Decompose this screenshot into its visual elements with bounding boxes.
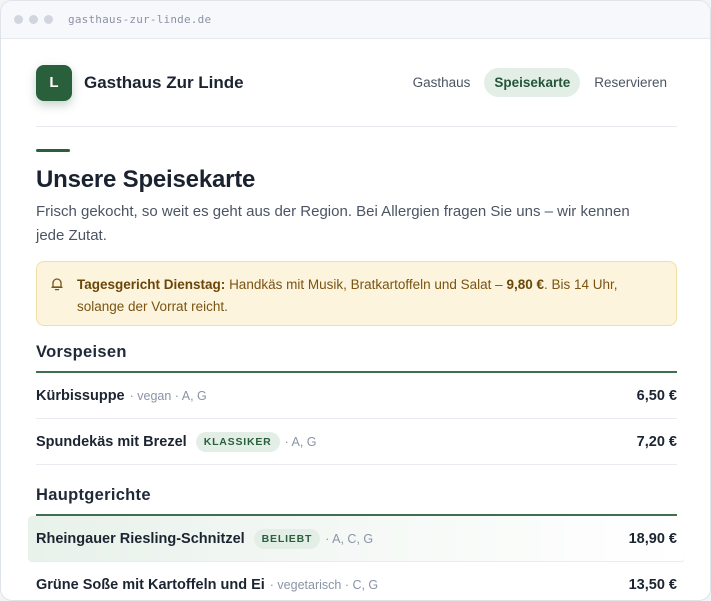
title-accent-bar	[36, 149, 70, 152]
section-title: Hauptgerichte	[36, 486, 151, 504]
browser-chrome: gasthaus-zur-linde.de	[1, 1, 710, 39]
dish-name: Grüne Soße mit Kartoffeln und Ei	[36, 576, 265, 593]
dish-price: 7,20 €	[636, 433, 677, 450]
notice-text: Tagesgericht Dienstag: Handkäs mit Musik…	[77, 274, 660, 325]
brand-name[interactable]: Gasthaus Zur Linde	[84, 73, 244, 93]
address-bar-url[interactable]: gasthaus-zur-linde.de	[68, 13, 211, 26]
dish-meta: · vegan · A, G	[129, 388, 207, 403]
section-hauptgerichte: Hauptgerichte Rheingauer Riesling-Schnit…	[28, 486, 685, 600]
menu-item-row[interactable]: Grüne Soße mit Kartoffeln und Ei · veget…	[36, 562, 677, 600]
site-header: L Gasthaus Zur Linde Gasthaus Speisekart…	[36, 39, 677, 127]
page-title: Unsere Speisekarte	[36, 166, 256, 193]
window-dot-icon	[29, 15, 38, 24]
page-content: L Gasthaus Zur Linde Gasthaus Speisekart…	[28, 39, 685, 600]
daily-special-notice: Tagesgericht Dienstag: Handkäs mit Musik…	[36, 261, 677, 326]
section-title: Vorspeisen	[36, 343, 127, 361]
dish-price: 18,90 €	[628, 530, 677, 547]
menu-item-row[interactable]: Rheingauer Riesling-Schnitzel BELIEBT · …	[28, 516, 685, 562]
menu-item-row[interactable]: Kürbissuppe · vegan · A, G 6,50 €	[36, 373, 677, 419]
section-vorspeisen: Vorspeisen Kürbissuppe · vegan · A, G 6,…	[36, 343, 677, 465]
dish-price: 13,50 €	[628, 576, 677, 593]
dish-name: Spundekäs mit Brezel	[36, 433, 187, 450]
nav-item-speisekarte[interactable]: Speisekarte	[484, 68, 581, 97]
notice-price: 9,80 €	[506, 277, 545, 292]
logo[interactable]: L	[36, 64, 72, 101]
dish-name: Kürbissuppe	[36, 387, 125, 404]
dish-badge: BELIEBT	[253, 528, 321, 549]
bell-icon	[51, 278, 63, 291]
browser-window: gasthaus-zur-linde.de L Gasthaus Zur Lin…	[0, 0, 711, 601]
dish-meta: · vegetarisch · C, G	[269, 577, 379, 592]
dish-badge: KLASSIKER	[195, 431, 280, 452]
notice-label: Tagesgericht Dienstag:	[77, 277, 226, 292]
main-nav: Gasthaus Speisekarte Reservieren	[399, 68, 677, 97]
window-dot-icon	[14, 15, 23, 24]
page-subtitle: Frisch gekocht, so weit es geht aus der …	[36, 203, 630, 244]
window-dot-icon	[44, 15, 53, 24]
dish-meta: · A, C, G	[325, 531, 374, 546]
notice-body: Handkäs mit Musik, Bratkartoffeln und Sa…	[229, 277, 503, 292]
nav-item-gasthaus[interactable]: Gasthaus	[403, 68, 481, 97]
nav-item-reservieren[interactable]: Reservieren	[584, 68, 677, 97]
menu-item-row[interactable]: Spundekäs mit Brezel KLASSIKER · A, G 7,…	[36, 419, 677, 465]
dish-name: Rheingauer Riesling-Schnitzel	[36, 530, 245, 547]
dish-price: 6,50 €	[636, 387, 677, 404]
dish-meta: · A, G	[284, 434, 317, 449]
